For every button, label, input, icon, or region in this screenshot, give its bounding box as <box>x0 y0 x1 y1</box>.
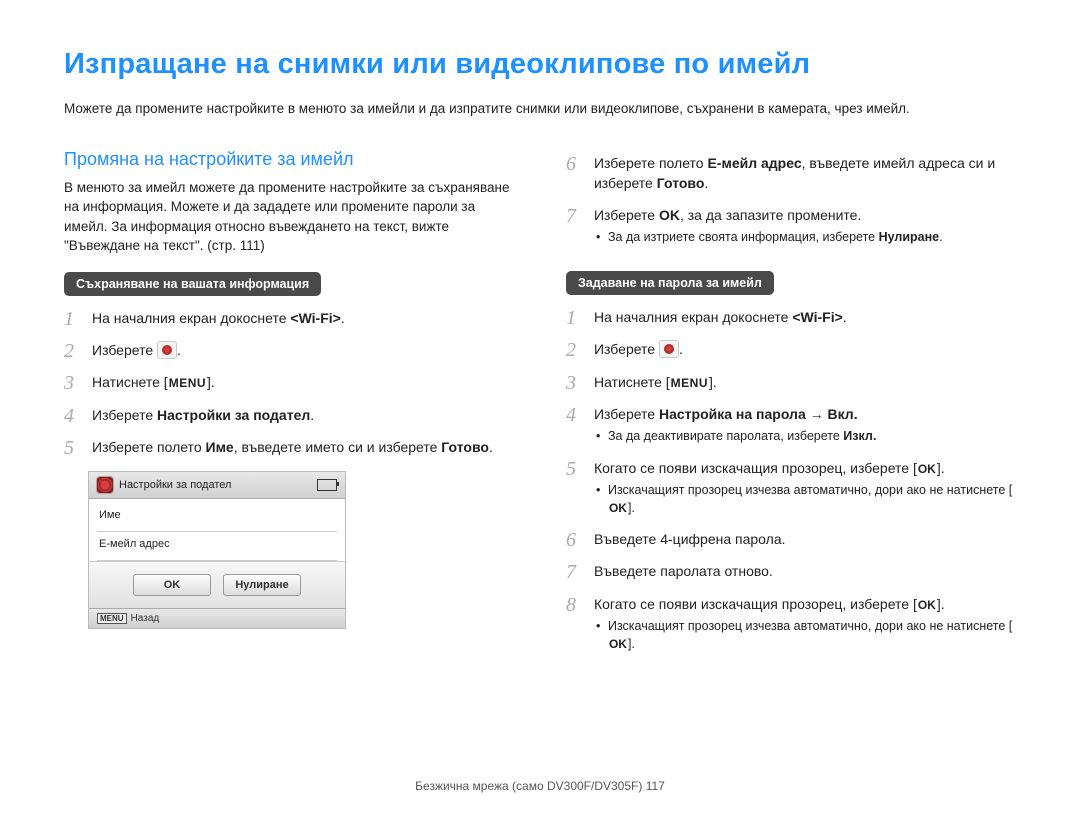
pw-step-5: Когато се появи изскачащия прозорец, изб… <box>566 458 1016 517</box>
screenshot-button-row: OK Нулиране <box>89 561 345 608</box>
subheading-change-settings: Промяна на настройките за имейл <box>64 149 520 170</box>
step-3: Натиснете [MENU]. <box>64 372 520 392</box>
screenshot-titlebar: Настройки за подател <box>89 472 345 499</box>
pw-step-6: Въведете 4-цифрена парола. <box>566 529 1016 549</box>
pw-step-8: Когато се появи изскачащия прозорец, изб… <box>566 594 1016 653</box>
column-left: Промяна на настройките за имейл В менюто… <box>64 149 520 666</box>
screenshot-footer: MENU Назад <box>89 608 345 628</box>
back-label: Назад <box>131 613 160 624</box>
pw-step-3: Натиснете [MENU]. <box>566 372 1016 392</box>
tag-set-password: Задаване на парола за имейл <box>566 271 774 295</box>
pw-step-4-bullet: За да деактивирате паролата, изберете Из… <box>594 428 1016 446</box>
field-email[interactable]: Е-мейл адрес <box>97 532 337 561</box>
screenshot-body: Име Е-мейл адрес <box>89 499 345 561</box>
page-title: Изпращане на снимки или видеоклипове по … <box>64 48 1016 81</box>
steps-password: На началния екран докоснете <Wi-Fi>. Изб… <box>566 307 1016 653</box>
battery-icon <box>317 479 337 491</box>
screenshot-title: Настройки за подател <box>119 479 231 491</box>
menu-button-glyph: MENU <box>670 375 709 392</box>
step-6: Изберете полето Е-мейл адрес, въведете и… <box>566 153 1016 194</box>
step-1: На началния екран докоснете <Wi-Fi>. <box>64 308 520 328</box>
ok-button[interactable]: OK <box>133 574 211 596</box>
step-2: Изберете . <box>64 340 520 360</box>
step-7: Изберете OK, за да запазите промените. З… <box>566 205 1016 247</box>
column-right: Изберете полето Е-мейл адрес, въведете и… <box>566 149 1016 666</box>
pw-step-1: На началния екран докоснете <Wi-Fi>. <box>566 307 1016 327</box>
steps-store-info-cont: Изберете полето Е-мейл адрес, въведете и… <box>566 153 1016 247</box>
field-name[interactable]: Име <box>97 503 337 532</box>
pw-step-8-bullet: Изскачащият прозорец изчезва автоматично… <box>594 618 1016 653</box>
left-paragraph: В менюто за имейл можете да промените на… <box>64 178 520 256</box>
page-footer: Безжична мрежа (само DV300F/DV305F) 117 <box>0 779 1080 793</box>
screenshot-app-icon <box>97 477 113 493</box>
menu-chip: MENU <box>97 613 127 624</box>
email-app-icon <box>659 340 679 358</box>
ok-glyph: OK <box>917 461 937 478</box>
email-app-icon <box>157 341 177 359</box>
pw-step-5-bullet: Изскачащият прозорец изчезва автоматично… <box>594 482 1016 517</box>
step-7-bullet: За да изтриете своята информация, избере… <box>594 229 1016 247</box>
ok-glyph: OK <box>608 500 628 517</box>
menu-button-glyph: MENU <box>168 375 207 392</box>
two-column-layout: Промяна на настройките за имейл В менюто… <box>64 149 1016 666</box>
pw-step-2: Изберете . <box>566 339 1016 359</box>
ok-glyph: OK <box>917 597 937 614</box>
step-5: Изберете полето Име, въведете името си и… <box>64 437 520 457</box>
manual-page: Изпращане на снимки или видеоклипове по … <box>0 0 1080 815</box>
step-4: Изберете Настройки за подател. <box>64 405 520 425</box>
pw-step-4: Изберете Настройка на парола → Вкл. За д… <box>566 404 1016 446</box>
sender-settings-screenshot: Настройки за подател Име Е-мейл адрес OK… <box>88 471 346 629</box>
intro-paragraph: Можете да промените настройките в менюто… <box>64 99 1016 119</box>
ok-glyph: OK <box>608 636 628 653</box>
reset-button[interactable]: Нулиране <box>223 574 301 596</box>
steps-store-info: На началния екран докоснете <Wi-Fi>. Изб… <box>64 308 520 458</box>
tag-store-info: Съхраняване на вашата информация <box>64 272 321 296</box>
pw-step-7: Въведете паролата отново. <box>566 561 1016 581</box>
